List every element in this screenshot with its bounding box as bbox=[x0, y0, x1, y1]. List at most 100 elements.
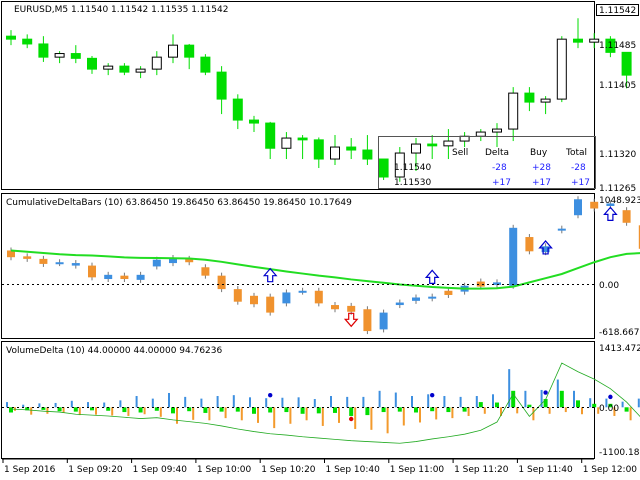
vd-sell-bar bbox=[548, 407, 551, 414]
vd-buy-bar bbox=[200, 398, 203, 408]
vd-sell-bar bbox=[143, 407, 146, 415]
candle bbox=[249, 119, 259, 124]
vd-sell-bar bbox=[62, 407, 65, 413]
vd-sell-bar bbox=[386, 407, 389, 434]
vd-signal-dot bbox=[268, 392, 273, 398]
candle bbox=[281, 137, 292, 149]
chart-window[interactable]: Sell Delta Buy Total 1.11540 -28 +28 -28… bbox=[0, 0, 640, 480]
candle bbox=[475, 131, 486, 137]
price-pane[interactable] bbox=[1, 1, 595, 190]
cdb-bar bbox=[428, 296, 437, 299]
vd-sell-bar bbox=[467, 407, 470, 416]
candle bbox=[22, 38, 33, 45]
vd-delta-bar bbox=[478, 402, 483, 408]
vd-buy-bar bbox=[119, 400, 122, 408]
price-axis[interactable]: 1.11542 1.11485 1.11405 1.11320 1.11265 bbox=[596, 4, 639, 195]
vd-sell-bar bbox=[402, 407, 405, 426]
vd-sell-bar bbox=[257, 407, 259, 423]
vd-delta-bar bbox=[559, 390, 564, 408]
cdb-bar bbox=[590, 201, 599, 209]
vd-buy-bar bbox=[492, 394, 494, 408]
price-level: 1.11320 bbox=[599, 150, 636, 160]
vd-buy-bar bbox=[378, 390, 381, 408]
vd-buy-bar bbox=[313, 399, 316, 408]
vd-buy-bar bbox=[87, 402, 89, 408]
price-level: 1.11265 bbox=[599, 184, 636, 194]
vd-sell-bar bbox=[78, 407, 81, 416]
vd-sell-bar bbox=[127, 407, 130, 416]
vd-sell-bar bbox=[240, 407, 243, 421]
time-label: 1 Sep 09:20 bbox=[68, 465, 123, 475]
vd-sell-bar bbox=[208, 407, 211, 421]
candle bbox=[103, 65, 114, 70]
time-label: 1 Sep 10:20 bbox=[261, 465, 316, 475]
vd-buy-bar bbox=[589, 398, 592, 408]
time-label: 1 Sep 11:00 bbox=[390, 465, 445, 475]
vd-delta-bar bbox=[543, 399, 548, 408]
candle bbox=[135, 68, 146, 73]
vd-sell-bar bbox=[516, 407, 519, 414]
vd-sell-bar bbox=[95, 407, 97, 415]
cdb-bar bbox=[55, 262, 64, 265]
table-header-buy: Buy bbox=[530, 148, 548, 158]
table-row-total: -28 bbox=[571, 163, 586, 173]
cdb-bar bbox=[347, 305, 356, 312]
vd-sell-bar bbox=[30, 407, 33, 415]
candle bbox=[313, 139, 324, 160]
vd-delta-bar bbox=[349, 407, 354, 416]
time-axis[interactable]: 1 Sep 2016 1 Sep 09:20 1 Sep 09:40 1 Sep 10… bbox=[2, 458, 637, 475]
vd-sell-bar bbox=[354, 407, 357, 429]
vd-axis[interactable]: 1413.472 0.00 -1100.186 bbox=[599, 344, 640, 458]
vd-sell-bar bbox=[564, 407, 567, 413]
table-row-total: +17 bbox=[571, 178, 590, 188]
time-label: 1 Sep 10:40 bbox=[326, 465, 381, 475]
candle bbox=[524, 92, 535, 103]
price-level: 1.11485 bbox=[599, 41, 636, 51]
vd-delta-bar bbox=[333, 407, 337, 413]
candle bbox=[265, 122, 276, 149]
vd-buy-bar bbox=[135, 396, 138, 408]
time-label: 1 Sep 09:40 bbox=[133, 465, 188, 475]
vd-sell-bar bbox=[419, 407, 421, 423]
candle bbox=[508, 92, 519, 130]
vd-sell-bar bbox=[451, 407, 454, 419]
vd-delta-bar bbox=[381, 407, 386, 413]
vd-buy-bar bbox=[459, 396, 462, 408]
vd-signal-dot bbox=[608, 394, 613, 400]
vd-buy-bar bbox=[524, 390, 527, 408]
cdb-bar bbox=[412, 297, 420, 301]
candle bbox=[168, 44, 178, 58]
cdb-bar bbox=[395, 302, 404, 306]
vd-buy-bar bbox=[70, 400, 73, 408]
candle bbox=[297, 137, 308, 141]
vd-delta-bar bbox=[122, 407, 127, 413]
candle bbox=[573, 38, 583, 43]
table-row-buy: +28 bbox=[532, 163, 551, 173]
vd-buy-bar bbox=[38, 403, 41, 408]
candle bbox=[621, 51, 632, 76]
cdb-level: 0.00 bbox=[599, 281, 619, 291]
vd-sell-bar bbox=[176, 407, 178, 424]
table-header-sell: Sell bbox=[452, 148, 468, 158]
vd-delta-bar bbox=[365, 407, 370, 416]
cdb-axis[interactable]: 1048.923 0.00 -618.6673 bbox=[599, 196, 640, 338]
vd-buy-bar bbox=[621, 401, 624, 408]
cdb-bar bbox=[314, 290, 323, 304]
vd-buy-bar bbox=[249, 397, 251, 408]
vd-buy-bar bbox=[54, 402, 57, 408]
vd-delta-bar bbox=[171, 407, 175, 414]
vd-buy-bar bbox=[151, 398, 154, 408]
vd-buy-bar bbox=[6, 402, 8, 408]
cdb-bar bbox=[104, 274, 113, 280]
vd-buy-bar bbox=[427, 394, 430, 408]
arrow-up-icon bbox=[603, 206, 618, 221]
candle bbox=[200, 56, 211, 73]
cdb-bar bbox=[250, 295, 258, 305]
vd-buy-bar bbox=[297, 397, 300, 408]
candle bbox=[540, 98, 551, 103]
vd-delta-bar bbox=[300, 407, 305, 414]
vd-delta-bar bbox=[624, 407, 629, 412]
cdb-bar bbox=[152, 259, 161, 267]
vd-delta-bar bbox=[495, 402, 499, 408]
chart-title: EURUSD,M5 1.11540 1.11542 1.11535 1.1154… bbox=[14, 5, 228, 15]
